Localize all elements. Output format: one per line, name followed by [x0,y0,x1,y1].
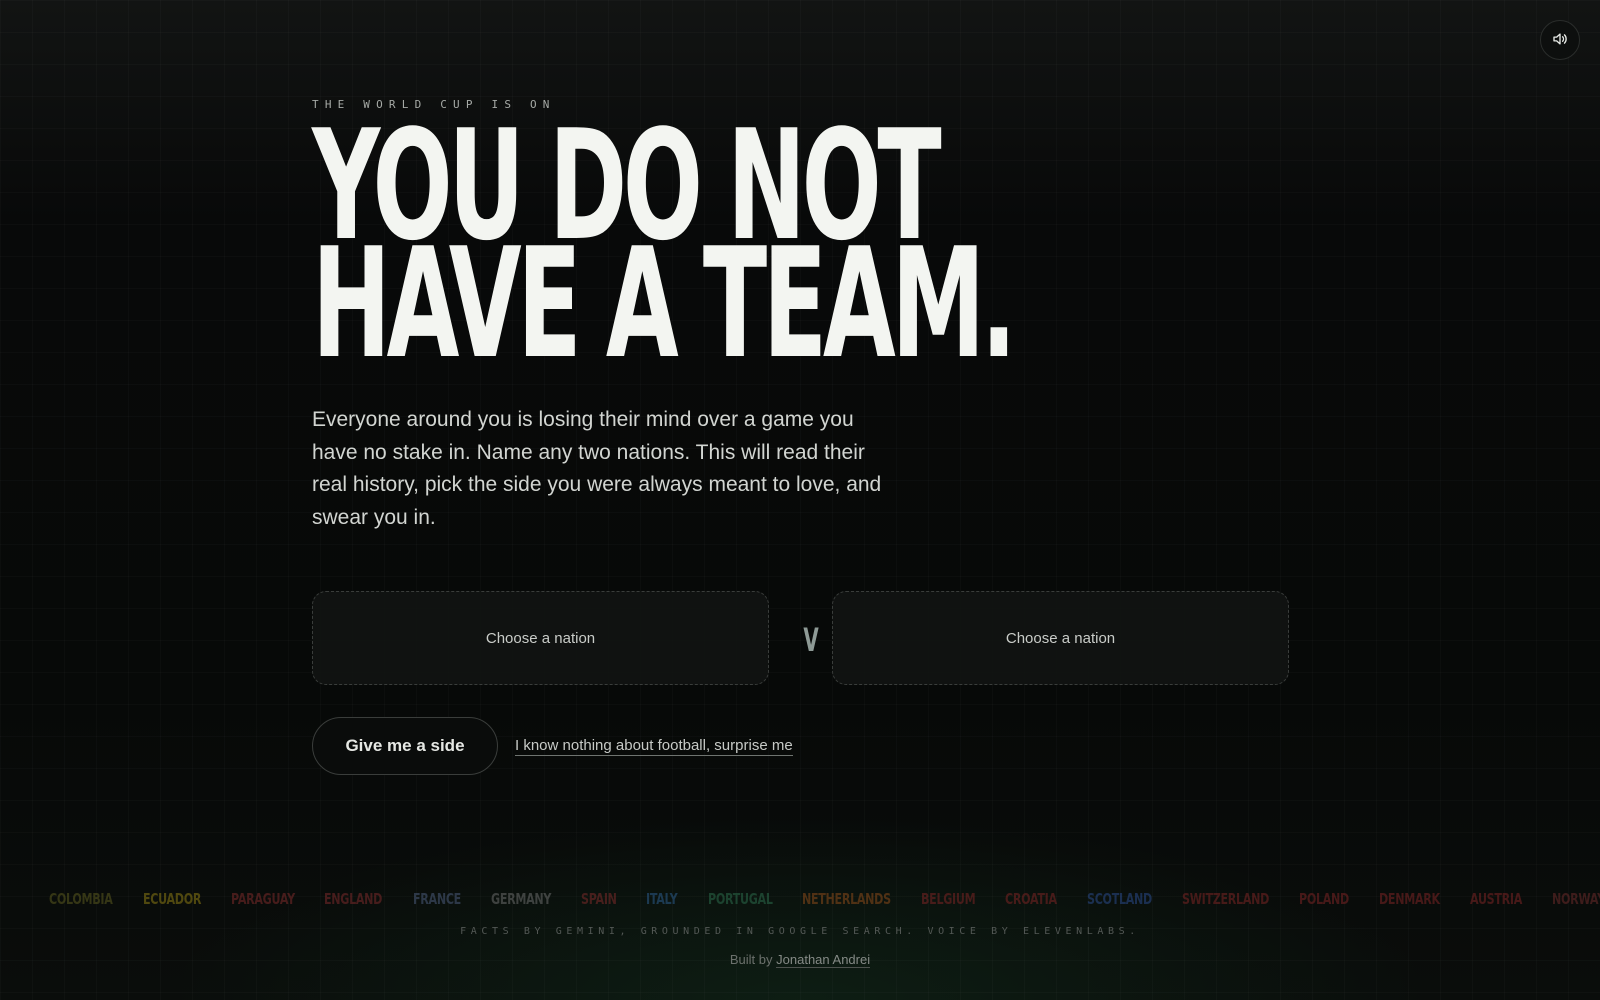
ticker-item-label: FRANCE [412,890,461,908]
ticker-item: BELGIUM [921,888,1005,910]
ticker-item-label: SPAIN [580,890,617,908]
author-link[interactable]: Jonathan Andrei [776,952,871,968]
ticker-item: ENGLAND [324,888,412,910]
built-by: Built by Jonathan Andrei [0,952,1600,968]
give-me-a-side-button[interactable]: Give me a side [312,717,498,775]
ticker-item-label: PORTUGAL [707,890,773,908]
ticker-item-label: SWITZERLAND [1182,890,1270,908]
ticker-item-label: NETHERLANDS [802,890,892,908]
ticker-item: SCOTLAND [1087,888,1182,910]
nation-select-right[interactable]: Choose a nation [832,591,1289,685]
nation-picker: Choose a nation V Choose a nation [312,591,1289,685]
headline-line-2: HAVE A TEAM. [312,215,1017,392]
ticker-item: ITALY [646,888,707,910]
versus-separator: V [803,621,819,659]
nation-select-left[interactable]: Choose a nation [312,591,769,685]
ticker-item-label: ENGLAND [324,890,383,908]
ticker-item: CROATIA [1005,888,1087,910]
credits-text: FACTS BY GEMINI, GROUNDED IN GOOGLE SEAR… [460,926,1140,937]
ticker-item: COLOMBIA [49,888,143,910]
intro-paragraph: Everyone around you is losing their mind… [312,408,882,529]
ticker-item: POLAND [1299,888,1379,910]
ticker-item-label: DENMARK [1379,890,1440,908]
page-title: YOU DO NOT HAVE A TEAM. [312,110,1017,392]
ticker-item: PORTUGAL [708,888,803,910]
ticker-item: SPAIN [581,888,647,910]
sound-toggle-button[interactable] [1540,20,1580,60]
ticker-item-label: NORWAY [1551,890,1600,908]
ticker-item-label: CROATIA [1005,890,1058,908]
ticker-item-label: POLAND [1299,890,1350,908]
ticker-item: NETHERLANDS [802,888,921,910]
ticker-item-label: ECUADOR [142,890,201,908]
ticker-item-label: BELGIUM [921,890,976,908]
action-row: Give me a side I know nothing about foot… [312,717,793,775]
surprise-me-link[interactable]: I know nothing about football, surprise … [515,737,793,756]
nation-select-right-placeholder: Choose a nation [1005,629,1116,647]
ticker-item-label: SCOTLAND [1087,890,1153,908]
ticker-item-label: GERMANY [490,890,551,908]
ticker-track: COLOMBIA ECUADOR PARAGUAY ENGLAND FRANCE GERM… [49,888,1600,910]
ticker-item: NORWAY [1552,888,1600,910]
ticker-item: ECUADOR [143,888,231,910]
nation-select-left-placeholder: Choose a nation [485,629,596,647]
ticker-item: GERMANY [491,888,581,910]
ticker-item-label: COLOMBIA [49,890,113,908]
ticker-item: FRANCE [413,888,491,910]
ticker-item-label: AUSTRIA [1469,890,1522,908]
ticker-item: PARAGUAY [231,888,325,910]
nation-ticker: COLOMBIA ECUADOR PARAGUAY ENGLAND FRANCE GERM… [0,888,1600,910]
ticker-item: AUSTRIA [1470,888,1552,910]
ticker-item: DENMARK [1379,888,1470,910]
speaker-icon [1551,30,1569,51]
ticker-item-label: PARAGUAY [230,890,295,908]
built-by-prefix: Built by [729,952,773,967]
ticker-item-label: ITALY [646,890,678,908]
hero: THE WORLD CUP IS ON YOU DO NOT HAVE A TE… [312,98,1292,392]
ticker-item: SWITZERLAND [1182,888,1299,910]
